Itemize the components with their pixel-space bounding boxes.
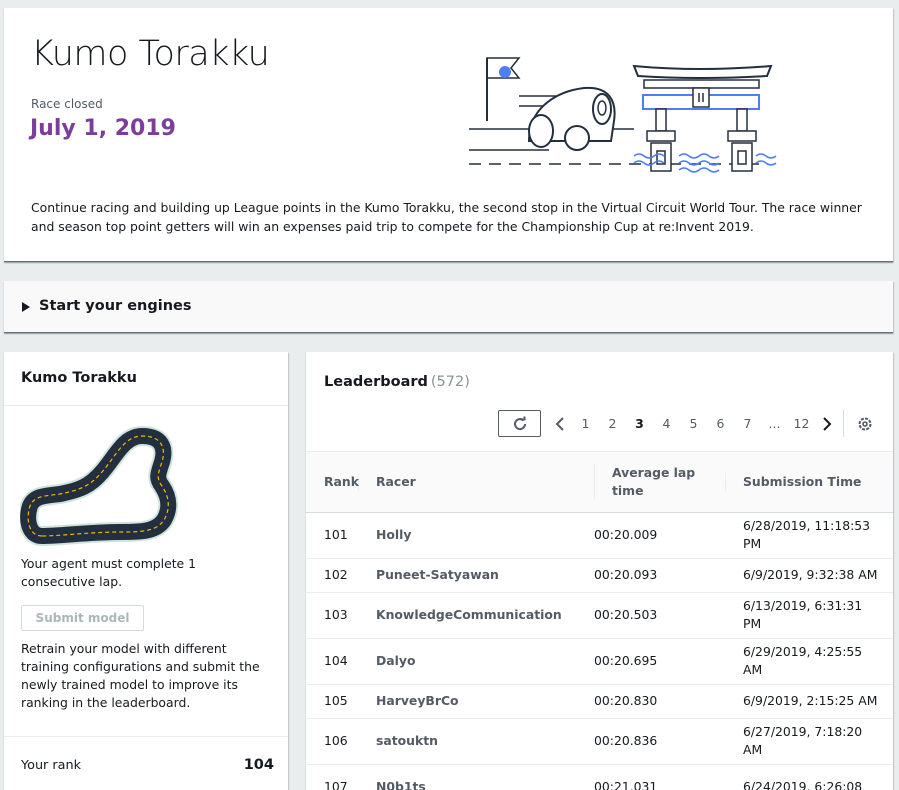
- table-row: 104 Dalyo 00:20.695 6/29/2019, 4:25:55 AM: [306, 638, 893, 685]
- sub-cell: 6/29/2019, 4:25:55 AM: [725, 638, 893, 685]
- rank-cell: 101: [306, 512, 358, 559]
- leaderboard-panel: Leaderboard (572) 1 2 3 4 5 6 7... 12 Rank: [306, 352, 893, 790]
- start-engines-label: Start your engines: [39, 298, 192, 314]
- column-header-racer[interactable]: Racer: [358, 452, 594, 513]
- time-cell: 00:21.031: [594, 764, 725, 790]
- page-button[interactable]: 12: [788, 416, 815, 431]
- leaderboard-table: Rank Racer Average lap time Submission T…: [306, 452, 893, 790]
- chevron-right-icon[interactable]: [815, 416, 839, 431]
- page-list: 1 2 3 4 5 6 7... 12: [572, 416, 815, 431]
- table-row: 102 Puneet-Satyawan 00:20.093 6/9/2019, 9:3…: [306, 558, 893, 593]
- racer-cell: Puneet-Satyawan: [358, 558, 594, 593]
- race-status: Race closed: [31, 97, 103, 111]
- racer-cell: HarveyBrCo: [358, 684, 594, 719]
- table-row: 105 HarveyBrCo 00:20.830 6/9/2019, 2:15:25 …: [306, 684, 893, 719]
- column-header-average-lap-time[interactable]: Average lap time: [594, 452, 725, 513]
- track-title: Kumo Torakku: [21, 370, 137, 386]
- pagination: 1 2 3 4 5 6 7... 12: [548, 410, 839, 437]
- column-header-submission-time[interactable]: Submission Time: [725, 452, 893, 513]
- racer-cell: Dalyo: [358, 638, 594, 685]
- race-car-illustration: [469, 57, 777, 173]
- time-cell: 00:20.093: [594, 558, 725, 593]
- track-hint: Retrain your model with different traini…: [21, 641, 260, 710]
- sub-cell: 6/13/2019, 6:31:31 PM: [725, 592, 893, 639]
- rank-cell: 105: [306, 684, 358, 719]
- refresh-button[interactable]: [498, 410, 541, 437]
- table-row: 106 satouktn 00:20.836 6/27/2019, 7:18:20 A…: [306, 718, 893, 765]
- page-button[interactable]: 1: [572, 416, 599, 431]
- rank-label: Your rank: [21, 758, 82, 773]
- race-title: Kumo Torakku: [31, 34, 270, 74]
- rank-cell: 106: [306, 718, 358, 765]
- gear-icon[interactable]: [856, 415, 874, 433]
- page-button[interactable]: 4: [653, 416, 680, 431]
- track-panel: Kumo Torakku Your agent must complete 1 …: [4, 352, 288, 790]
- track-map-image: [20, 426, 179, 546]
- sub-cell: 6/28/2019, 11:18:53 PM: [725, 512, 893, 559]
- table-row: 103 KnowledgeCommunication 00:20.503 6/13/2…: [306, 592, 893, 639]
- page-ellipsis: ...: [768, 416, 781, 431]
- rank-cell: 104: [306, 638, 358, 685]
- racer-cell: KnowledgeCommunication: [358, 592, 594, 639]
- submit-model-button[interactable]: Submit model: [21, 605, 144, 631]
- table-row: 107 N0b1ts 00:21.031 6/24/2019, 6:26:08: [306, 764, 893, 790]
- page-button[interactable]: 7: [734, 416, 761, 431]
- racer-cell: satouktn: [358, 718, 594, 765]
- column-header-rank[interactable]: Rank: [306, 452, 359, 513]
- sub-cell: 6/27/2019, 7:18:20 AM: [725, 718, 893, 765]
- rank-cell: 107: [306, 764, 358, 790]
- race-description: Continue racing and building up League p…: [31, 200, 862, 234]
- racer-cell: Holly: [358, 512, 594, 559]
- sub-cell: 6/9/2019, 2:15:25 AM: [725, 684, 893, 719]
- divider: [4, 405, 288, 406]
- racer-cell: N0b1ts: [358, 764, 594, 790]
- page-button[interactable]: 3: [626, 416, 653, 431]
- time-cell: 00:20.503: [594, 592, 725, 639]
- table-row: 101 Holly 00:20.009 6/28/2019, 11:18:53 PM: [306, 512, 893, 559]
- start-engines-expander[interactable]: Start your engines: [4, 281, 893, 333]
- page-button[interactable]: 2: [599, 416, 626, 431]
- table-header-row: Rank Racer Average lap time Submission T…: [306, 452, 893, 513]
- time-cell: 00:20.695: [594, 638, 725, 685]
- leaderboard-title: Leaderboard: [324, 374, 428, 390]
- page-button[interactable]: 5: [680, 416, 707, 431]
- time-cell: 00:20.836: [594, 718, 725, 765]
- caret-right-icon: [22, 302, 30, 312]
- rank-cell: 103: [306, 592, 358, 639]
- table-body: 101 Holly 00:20.009 6/28/2019, 11:18:53 PM 1…: [306, 512, 893, 790]
- divider: [843, 410, 844, 437]
- race-header-card: Kumo Torakku Race closed July 1, 2019 Co…: [4, 8, 893, 262]
- sub-cell: 6/24/2019, 6:26:08: [725, 764, 893, 790]
- sub-cell: 6/9/2019, 9:32:38 AM: [725, 558, 893, 593]
- time-cell: 00:20.830: [594, 684, 725, 719]
- time-cell: 00:20.009: [594, 512, 725, 559]
- divider: [4, 736, 288, 737]
- rank-value: 104: [243, 757, 274, 773]
- track-requirement: Your agent must complete 1 consecutive l…: [21, 556, 196, 589]
- chevron-left-icon[interactable]: [548, 416, 572, 431]
- leaderboard-count: (572): [430, 374, 470, 390]
- refresh-icon: [513, 416, 526, 430]
- race-date: July 1, 2019: [30, 116, 176, 141]
- rank-cell: 102: [306, 558, 358, 593]
- page-button[interactable]: 6: [707, 416, 734, 431]
- leaderboard-title-row: Leaderboard (572): [324, 374, 470, 390]
